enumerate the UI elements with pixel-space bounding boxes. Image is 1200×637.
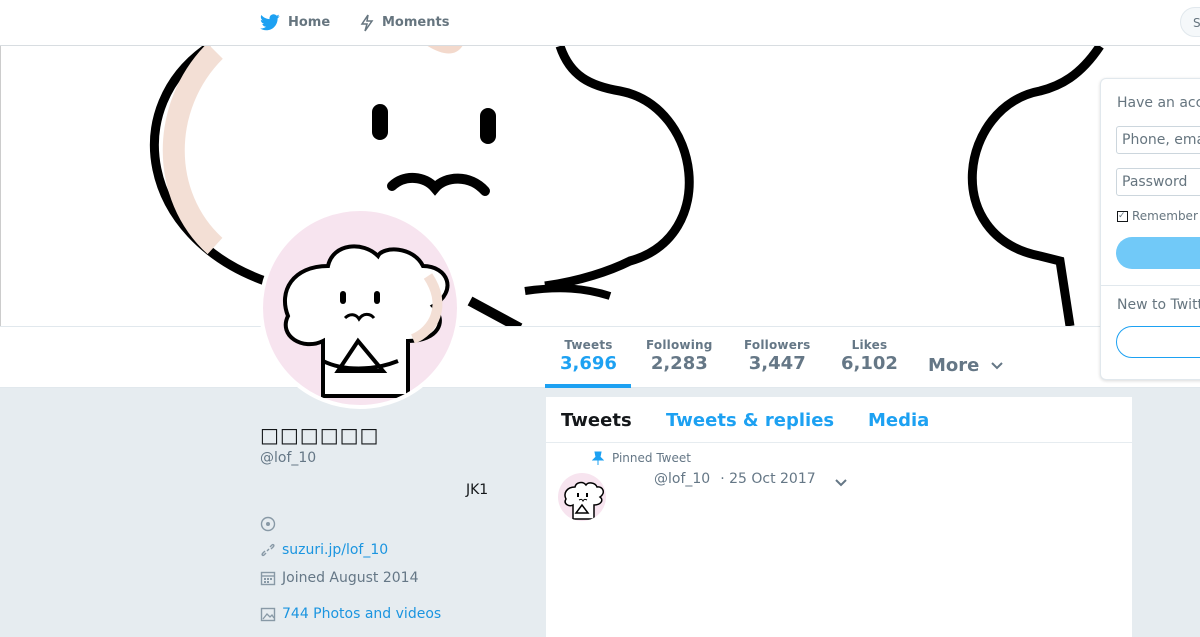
- avatar-illustration: [282, 244, 450, 398]
- location-row: [260, 516, 282, 532]
- profile-avatar[interactable]: [259, 207, 461, 409]
- login-card: Have an account? ✓ Remember me New to Tw…: [1100, 78, 1200, 380]
- website-row: suzuri.jp/lof_10: [260, 542, 388, 558]
- timeline-tabs: Tweets Tweets & replies Media: [546, 397, 1132, 443]
- chevron-down-icon: [835, 479, 847, 487]
- nav-moments[interactable]: Moments: [360, 0, 449, 45]
- media-row: 744 Photos and videos: [260, 606, 441, 622]
- stat-label: Likes: [851, 338, 888, 352]
- stat-label: Following: [646, 338, 713, 352]
- new-to-twitter-label: New to Twitter?: [1117, 297, 1200, 313]
- tweet-header: @lof_10 · 25 Oct 2017: [654, 471, 820, 487]
- more-dropdown[interactable]: More: [928, 355, 1004, 376]
- joined-text: Joined August 2014: [282, 570, 419, 586]
- divider: [1101, 285, 1200, 286]
- website-link[interactable]: suzuri.jp/lof_10: [282, 542, 388, 558]
- photo-icon: [260, 607, 276, 622]
- banner-illustration: [0, 46, 1200, 326]
- password-field[interactable]: [1116, 168, 1200, 196]
- stat-value: 3,696: [560, 353, 617, 374]
- stat-value: 3,447: [748, 353, 806, 374]
- pinned-tweet-label: Pinned Tweet: [592, 451, 691, 465]
- nav-home-label: Home: [288, 15, 331, 30]
- pinned-text: Pinned Tweet: [612, 451, 691, 465]
- timeline: Tweets Tweets & replies Media Pinned Twe…: [546, 397, 1132, 637]
- location-icon: [260, 516, 276, 532]
- link-icon: [261, 543, 275, 557]
- username-field[interactable]: [1116, 126, 1200, 154]
- search-input[interactable]: S: [1180, 7, 1200, 37]
- profile-handle[interactable]: @lof_10: [260, 450, 316, 466]
- calendar-icon: [260, 571, 276, 586]
- chevron-down-icon: [990, 362, 1003, 370]
- signup-button[interactable]: [1116, 326, 1200, 358]
- tweet-avatar[interactable]: [558, 473, 606, 521]
- twitter-bird-icon: [260, 14, 280, 31]
- stat-value: 2,283: [650, 353, 708, 374]
- stat-followers[interactable]: Followers 3,447: [744, 338, 811, 374]
- remember-me-checkbox[interactable]: ✓ Remember me: [1117, 209, 1200, 223]
- joined-row: Joined August 2014: [260, 570, 418, 586]
- nav-home[interactable]: Home: [260, 0, 330, 45]
- tab-tweets[interactable]: Tweets: [561, 410, 632, 431]
- tweet-date[interactable]: · 25 Oct 2017: [720, 471, 815, 487]
- profile-name[interactable]: □□□□□□: [260, 423, 379, 447]
- stat-value: 6,102: [841, 353, 898, 374]
- stat-tweets[interactable]: Tweets 3,696: [560, 338, 617, 374]
- profile-banner: [0, 46, 1200, 326]
- stat-likes[interactable]: Likes 6,102: [841, 338, 898, 374]
- active-stat-underline: [545, 384, 631, 388]
- profile-bio: JK1: [466, 482, 489, 498]
- more-label: More: [928, 355, 980, 376]
- stat-label: Followers: [744, 338, 811, 352]
- top-navigation: Home Moments S: [0, 0, 1200, 46]
- tweet-options-button[interactable]: [834, 473, 848, 492]
- stat-following[interactable]: Following 2,283: [646, 338, 713, 374]
- stat-label: Tweets: [564, 338, 613, 352]
- remember-label: Remember me: [1132, 209, 1200, 223]
- tab-tweets-replies[interactable]: Tweets & replies: [666, 410, 834, 431]
- pin-icon: [592, 451, 604, 465]
- checkbox-icon: ✓: [1117, 210, 1128, 222]
- tab-media[interactable]: Media: [868, 410, 929, 431]
- photos-videos-link[interactable]: 744 Photos and videos: [282, 606, 441, 622]
- tweet-avatar-illustration: [564, 481, 605, 520]
- profile-stats-bar: Tweets 3,696 Following 2,283 Followers 3…: [0, 326, 1200, 388]
- login-title: Have an account?: [1117, 95, 1200, 111]
- tweet-handle[interactable]: @lof_10: [654, 471, 710, 487]
- lightning-icon: [360, 14, 374, 31]
- login-button[interactable]: [1116, 237, 1200, 269]
- nav-moments-label: Moments: [382, 15, 450, 30]
